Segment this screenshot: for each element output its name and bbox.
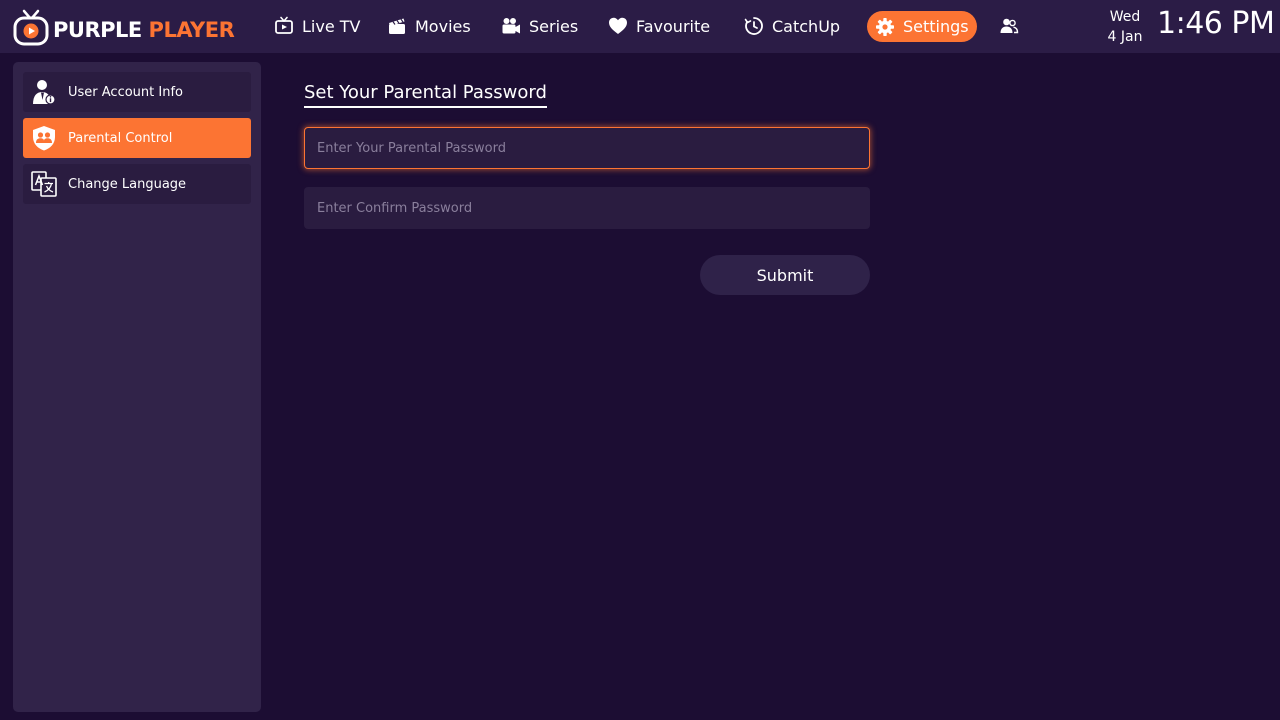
nav-settings[interactable]: Settings (867, 11, 977, 42)
nav-favourite[interactable]: Favourite (608, 10, 710, 42)
nav-catchup[interactable]: CatchUp (744, 10, 840, 42)
app-logo[interactable]: PURPLE PLAYER (12, 7, 235, 47)
sidebar-item-change-language-label: Change Language (68, 176, 187, 192)
nav-series-label: Series (529, 16, 579, 36)
submit-button[interactable]: Submit (700, 255, 870, 295)
clock-time: 1:46 PM (1157, 6, 1275, 41)
user-info-icon (33, 80, 56, 105)
weekday-text: Wed (1109, 9, 1141, 25)
page-title: Set Your Parental Password (304, 82, 547, 108)
sidebar-item-parental-control-label: Parental Control (68, 130, 173, 146)
profile-switch-button[interactable] (999, 10, 1019, 42)
confirm-password-input[interactable] (304, 187, 870, 229)
nav-movies[interactable]: Movies (387, 10, 471, 42)
language-icon (31, 171, 57, 197)
app-root: PURPLE PLAYER Live TV Movies Series Favo… (0, 0, 1280, 720)
nav-live-tv[interactable]: Live TV (274, 10, 360, 42)
date-display: Wed 4 Jan (1100, 7, 1150, 47)
sidebar-item-parental-control[interactable]: Parental Control (23, 118, 251, 158)
settings-sidebar: User Account Info Parental Control Chang… (13, 62, 261, 712)
top-navigation-bar: PURPLE PLAYER Live TV Movies Series Favo… (0, 0, 1280, 53)
clapperboard-icon (389, 18, 405, 34)
parental-shield-icon (33, 126, 55, 151)
nav-series[interactable]: Series (501, 10, 578, 42)
logo-word-player: PLAYER (148, 18, 235, 42)
heart-icon (609, 17, 627, 34)
film-camera-icon (502, 18, 520, 34)
parental-password-input[interactable] (304, 127, 870, 169)
history-clock-icon (744, 17, 763, 35)
logo-word-purple: PURPLE (53, 18, 142, 42)
date-text: 4 Jan (1107, 29, 1143, 45)
gear-icon (876, 17, 894, 36)
tv-icon (275, 16, 293, 34)
logo-wordmark: PURPLE PLAYER (53, 18, 235, 42)
nav-settings-label: Settings (903, 17, 969, 36)
sidebar-item-change-language[interactable]: Change Language (23, 164, 251, 204)
sidebar-item-user-account-info[interactable]: User Account Info (23, 72, 251, 112)
nav-movies-label: Movies (415, 16, 471, 36)
sidebar-item-user-account-info-label: User Account Info (68, 84, 183, 100)
nav-live-tv-label: Live TV (302, 16, 361, 36)
logo-tv-icon (13, 9, 49, 46)
users-icon (1000, 18, 1019, 34)
nav-favourite-label: Favourite (636, 16, 711, 36)
nav-catchup-label: CatchUp (772, 16, 841, 36)
